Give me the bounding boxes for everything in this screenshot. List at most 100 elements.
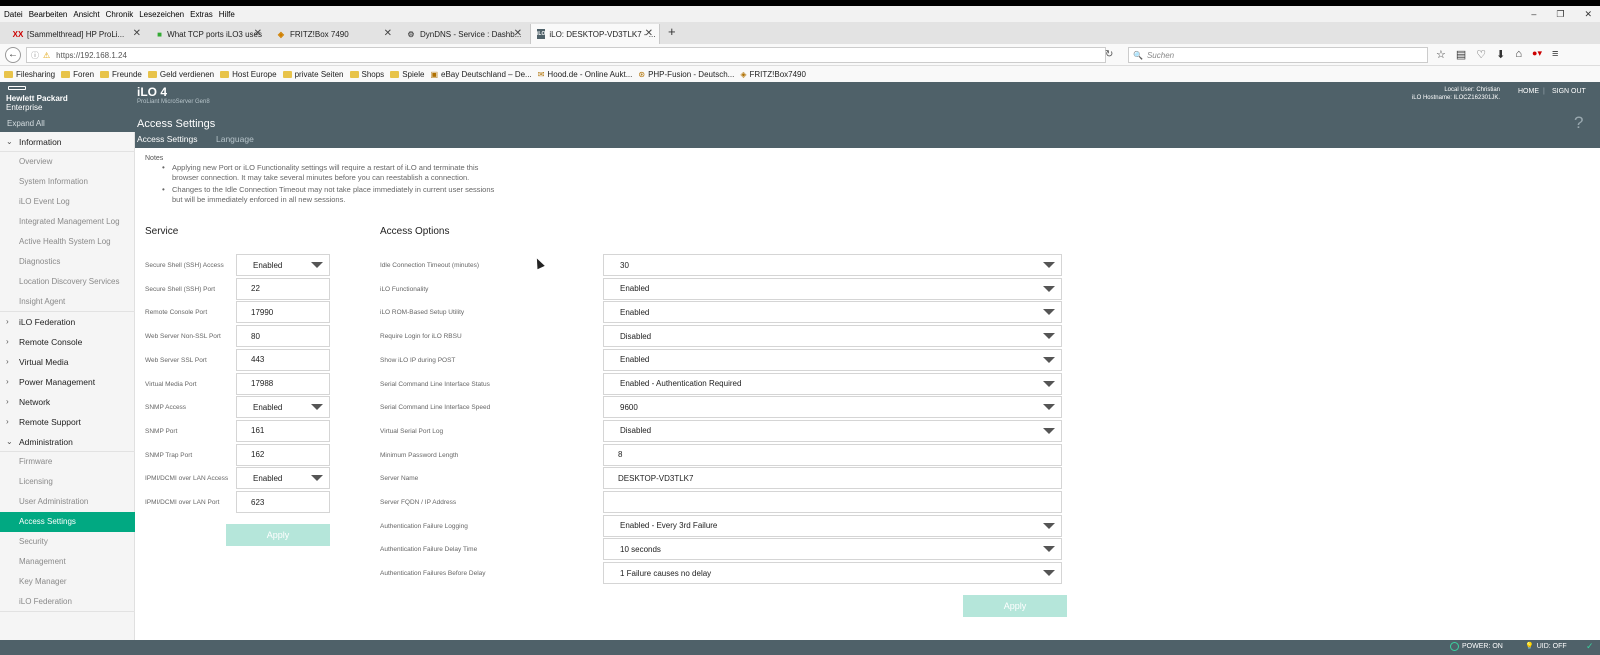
home-link[interactable]: HOME [1518, 88, 1539, 95]
sidebar-item-integrated-management-log[interactable]: Integrated Management Log [0, 212, 135, 232]
select-virtual-serial-port-log[interactable]: Disabled [603, 419, 1062, 442]
bookmark-php-fusion-deutsch[interactable]: ⊛ PHP-Fusion - Deutsch... [638, 70, 734, 79]
tab-close-icon[interactable]: ✕ [514, 28, 522, 39]
sidebar-item-security[interactable]: Security [0, 532, 135, 552]
sidebar-item-licensing[interactable]: Licensing [0, 472, 135, 492]
service-apply-button[interactable]: Apply [226, 524, 330, 546]
sidebar-group-administration[interactable]: ⌄ Administration [0, 432, 135, 452]
select-authentication-failure-delay-time[interactable]: 10 seconds [603, 538, 1062, 561]
sidebar-item-ilo-federation[interactable]: iLO Federation [0, 592, 135, 612]
browser-tab[interactable]: iLO iLO: DESKTOP-VD3TLK7 - ... ✕ [530, 24, 660, 44]
bookmark-shops[interactable]: Shops [349, 70, 384, 79]
sidebar-group-remote-support[interactable]: › Remote Support [0, 412, 135, 432]
sidebar-group-virtual-media[interactable]: › Virtual Media [0, 352, 135, 372]
select-ilo-rom-based-setup-utility[interactable]: Enabled [603, 301, 1062, 324]
uid-status[interactable]: 💡 UID: OFF [1525, 642, 1567, 651]
bookmark-fritz-box7490[interactable]: ◈ FRITZ!Box7490 [740, 70, 806, 79]
bookmark-spiele[interactable]: Spiele [390, 70, 424, 79]
tab-close-icon[interactable]: ✕ [384, 28, 392, 39]
sidebar-item-key-manager[interactable]: Key Manager [0, 572, 135, 592]
power-status[interactable]: POWER: ON [1450, 642, 1503, 651]
menu-ansicht[interactable]: Ansicht [73, 10, 99, 19]
select-authentication-failures-before-delay[interactable]: 1 Failure causes no delay [603, 562, 1062, 585]
select-idle-connection-timeout-minutes[interactable]: 30 [603, 254, 1062, 276]
sidebar-group-remote-console[interactable]: › Remote Console [0, 332, 135, 352]
bookmark-ebay-deutschland-de[interactable]: ▣ eBay Deutschland – De... [430, 70, 531, 79]
search-input[interactable]: 🔍 Suchen [1128, 47, 1428, 63]
bookmark-host-europe[interactable]: Host Europe [220, 70, 277, 79]
input-snmp-port[interactable]: 161 [236, 419, 330, 442]
sign-out-link[interactable]: SIGN OUT [1552, 88, 1586, 95]
select-secure-shell-ssh-access[interactable]: Enabled [236, 254, 330, 276]
bookmark-filesharing[interactable]: Filesharing [4, 70, 55, 79]
new-tab-button[interactable]: + [668, 24, 676, 39]
menu-chronik[interactable]: Chronik [106, 10, 134, 19]
addon-icon[interactable]: ●▾ [1532, 48, 1542, 61]
expand-all-link[interactable]: Expand All [0, 116, 135, 132]
access-options-apply-button[interactable]: Apply [963, 595, 1067, 617]
tab-close-icon[interactable]: ✕ [133, 28, 141, 39]
sidebar-group-ilo-federation[interactable]: › iLO Federation [0, 312, 135, 332]
select-ipmi-dcmi-over-lan-access[interactable]: Enabled [236, 467, 330, 490]
download-icon[interactable]: ⬇ [1496, 48, 1505, 61]
sidebar-item-active-health-system-log[interactable]: Active Health System Log [0, 232, 135, 252]
sidebar-item-user-administration[interactable]: User Administration [0, 492, 135, 512]
input-ipmi-dcmi-over-lan-port[interactable]: 623 [236, 491, 330, 513]
menu-datei[interactable]: Datei [4, 10, 23, 19]
sidebar-item-access-settings[interactable]: Access Settings [0, 512, 135, 532]
pocket-icon[interactable]: ♡ [1476, 48, 1486, 61]
minimize-icon[interactable]: – [1531, 9, 1536, 19]
sidebar-item-location-discovery-services[interactable]: Location Discovery Services [0, 272, 135, 292]
sidebar-group-power-management[interactable]: › Power Management [0, 372, 135, 392]
reload-icon[interactable]: ↻ [1105, 49, 1113, 60]
sidebar-item-firmware[interactable]: Firmware [0, 452, 135, 472]
hamburger-menu-icon[interactable]: ≡ [1552, 48, 1558, 61]
bookmark-geld-verdienen[interactable]: Geld verdienen [147, 70, 214, 79]
input-remote-console-port[interactable]: 17990 [236, 301, 330, 324]
sidebar-group-information[interactable]: ⌄ Information [0, 132, 135, 152]
help-icon[interactable]: ? [1574, 113, 1583, 133]
back-arrow-icon[interactable]: ← [5, 47, 21, 63]
sidebar-item-system-information[interactable]: System Information [0, 172, 135, 192]
browser-tab[interactable]: ⚙ DynDNS - Service : Dashb... ✕ [400, 24, 528, 44]
input-virtual-media-port[interactable]: 17988 [236, 372, 330, 395]
select-serial-command-line-interface-status[interactable]: Enabled - Authentication Required [603, 372, 1062, 395]
library-icon[interactable]: ▤ [1456, 48, 1466, 61]
sidebar-item-management[interactable]: Management [0, 552, 135, 572]
bookmark-foren[interactable]: Foren [61, 70, 94, 79]
select-serial-command-line-interface-speed[interactable]: 9600 [603, 396, 1062, 419]
input-web-server-non-ssl-port[interactable]: 80 [236, 325, 330, 348]
menu-hilfe[interactable]: Hilfe [219, 10, 235, 19]
sidebar-item-insight-agent[interactable]: Insight Agent [0, 292, 135, 312]
sidebar-group-network[interactable]: › Network [0, 392, 135, 412]
sidebar-item-diagnostics[interactable]: Diagnostics [0, 252, 135, 272]
sidebar-item-ilo-event-log[interactable]: iLO Event Log [0, 192, 135, 212]
bookmark-private-seiten[interactable]: private Seiten [282, 70, 344, 79]
input-snmp-trap-port[interactable]: 162 [236, 443, 330, 466]
browser-tab[interactable]: ◈ FRITZ!Box 7490 ✕ [270, 24, 398, 44]
sidebar-item-overview[interactable]: Overview [0, 152, 135, 172]
url-text[interactable]: https://192.168.1.24 [56, 51, 127, 60]
bookmark-hood-de-online-aukt[interactable]: ✉ Hood.de - Online Aukt... [538, 70, 633, 79]
tab-close-icon[interactable]: ✕ [254, 28, 262, 39]
select-require-login-for-ilo-rbsu[interactable]: Disabled [603, 325, 1062, 348]
menu-lesezeichen[interactable]: Lesezeichen [139, 10, 184, 19]
input-server-name[interactable]: DESKTOP-VD3TLK7 [603, 467, 1062, 490]
input-minimum-password-length[interactable]: 8 [603, 443, 1062, 466]
input-server-fqdn-ip-address[interactable] [603, 491, 1062, 513]
input-web-server-ssl-port[interactable]: 443 [236, 348, 330, 371]
tab-language[interactable]: Language [216, 134, 254, 144]
tab-close-icon[interactable]: ✕ [645, 28, 653, 39]
select-snmp-access[interactable]: Enabled [236, 396, 330, 419]
close-icon[interactable]: ✕ [1584, 9, 1592, 20]
select-show-ilo-ip-during-post[interactable]: Enabled [603, 348, 1062, 371]
bookmark-freunde[interactable]: Freunde [100, 70, 142, 79]
select-authentication-failure-logging[interactable]: Enabled - Every 3rd Failure [603, 514, 1062, 537]
select-ilo-functionality[interactable]: Enabled [603, 277, 1062, 300]
browser-tab[interactable]: ■ What TCP ports iLO3 uses ✕ [150, 24, 268, 44]
restore-icon[interactable]: ❐ [1556, 9, 1564, 20]
site-info-icon[interactable]: ⓘ [31, 50, 39, 61]
browser-tab[interactable]: XX [Sammelthread] HP ProLi... ✕ [7, 24, 147, 44]
url-bar[interactable]: ⓘ ⚠ https://192.168.1.24 [26, 47, 1106, 63]
bookmark-star-icon[interactable]: ☆ [1436, 48, 1446, 61]
